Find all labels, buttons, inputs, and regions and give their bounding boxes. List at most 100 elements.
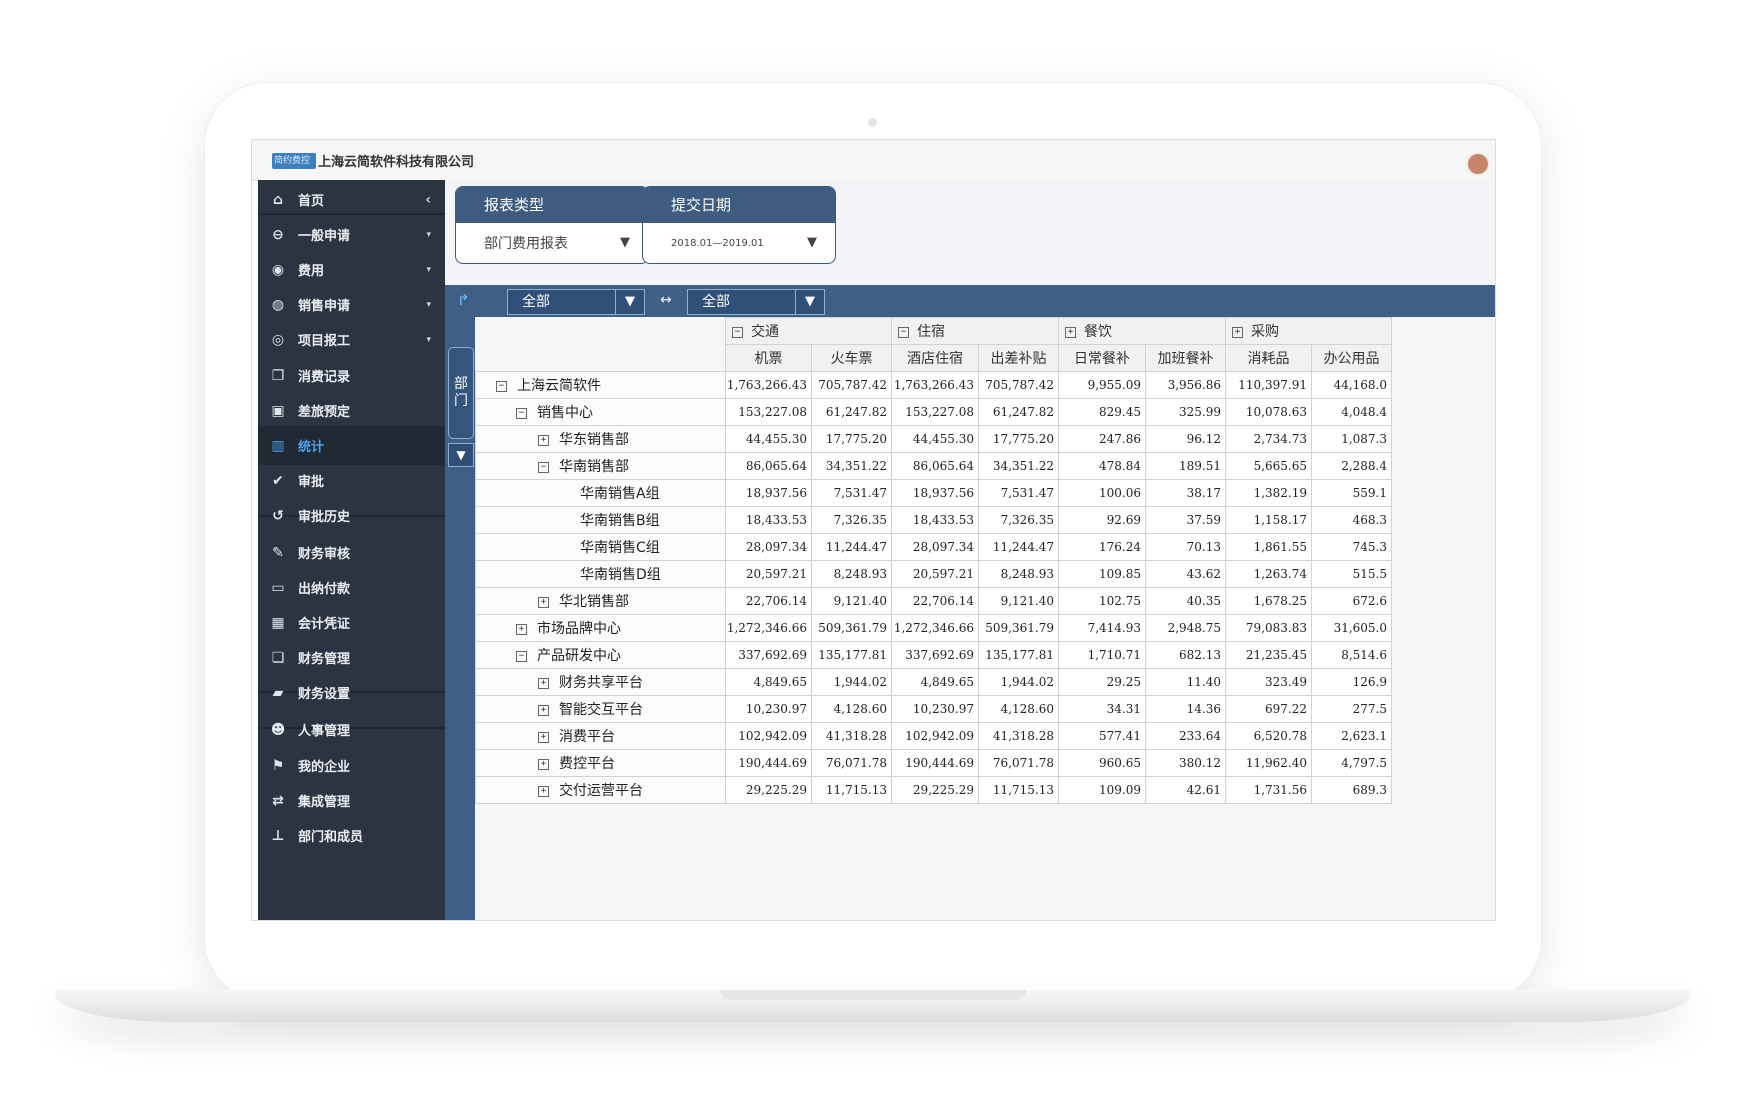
value-cell: 61,247.82 — [978, 398, 1059, 426]
row-header-cell[interactable]: − 产品研发中心 — [475, 641, 726, 669]
value-cell: 18,433.53 — [725, 506, 812, 534]
company-logo[interactable]: 简约费控 — [272, 153, 316, 169]
value-cell: 20,597.21 — [891, 560, 979, 588]
chevron-down-icon[interactable]: ▾ — [426, 335, 431, 345]
expand-icon[interactable]: + — [538, 785, 549, 797]
check-circle-icon: ✔ — [272, 472, 284, 489]
collapse-icon[interactable]: − — [538, 461, 549, 473]
expand-icon[interactable]: + — [538, 596, 549, 608]
expand-icon[interactable]: + — [516, 623, 527, 635]
table-row: 华南销售D组 20,597.21 8,248.93 20,597.21 8,248.93… — [475, 560, 1392, 588]
column-group-header[interactable]: + 采购 — [1225, 317, 1392, 345]
row-header-cell[interactable]: 华南销售B组 — [475, 506, 726, 534]
value-cell: 28,097.34 — [891, 533, 979, 561]
expand-icon[interactable]: + — [538, 677, 549, 689]
swap-arrows-icon[interactable]: ↔ — [660, 292, 672, 308]
sidebar-item[interactable]: ◉ 费用 ▾ — [258, 250, 445, 289]
value-cell: 829.45 — [1058, 398, 1146, 426]
row-header-cell[interactable]: + 交付运营平台 — [475, 776, 726, 804]
column-header[interactable]: 酒店住宿 — [891, 344, 979, 372]
filter-icon[interactable]: ▼ — [615, 290, 644, 314]
collapse-icon[interactable]: − — [898, 326, 909, 338]
sidebar-item[interactable]: ❐ 消费记录 — [258, 356, 445, 395]
expand-icon[interactable]: + — [538, 704, 549, 716]
row-header-cell[interactable]: − 销售中心 — [475, 398, 726, 426]
sidebar-item[interactable]: ⊥ 部门和成员 — [258, 816, 445, 855]
column-header[interactable]: 消耗品 — [1225, 344, 1312, 372]
sidebar-item[interactable]: ⊖ 一般申请 ▾ — [258, 215, 445, 254]
department-dimension-tab[interactable]: 部门 — [448, 347, 474, 439]
briefcase-icon: ▣ — [271, 402, 285, 419]
report-type-filter[interactable]: 报表类型 部门费用报表 ▼ — [455, 186, 649, 264]
value-cell: 7,531.47 — [978, 479, 1059, 507]
sidebar-item[interactable]: ▭ 出纳付款 — [258, 568, 445, 607]
sidebar-item[interactable]: ▣ 差旅预定 — [258, 391, 445, 430]
row-header-cell[interactable]: 华南销售A组 — [475, 479, 726, 507]
column-header[interactable]: 办公用品 — [1311, 344, 1392, 372]
chevron-down-icon[interactable]: ▾ — [426, 265, 431, 275]
filter-icon[interactable]: ▼ — [795, 290, 824, 314]
sidebar-item[interactable]: ⚑ 我的企业 — [258, 746, 445, 785]
sidebar-item[interactable]: ▰ 财务设置 — [258, 673, 445, 712]
sidebar-item[interactable]: ◎ 项目报工 ▾ — [258, 320, 445, 359]
sidebar-item[interactable]: ✔ 审批 — [258, 461, 445, 500]
report-type-select[interactable]: 部门费用报表 ▼ — [456, 223, 648, 263]
filter-icon[interactable]: ▼ — [448, 443, 474, 467]
row-header-cell[interactable]: − 华南销售部 — [475, 452, 726, 480]
submit-date-select[interactable]: 2018.01—2019.01 ▼ — [643, 223, 835, 263]
sidebar-item[interactable]: ✎ 财务审核 — [258, 533, 445, 572]
sidebar-item[interactable]: ◍ 销售申请 ▾ — [258, 285, 445, 324]
sidebar-item[interactable]: ⇄ 集成管理 — [258, 781, 445, 820]
expand-icon[interactable]: + — [538, 434, 549, 446]
expand-icon[interactable]: + — [538, 731, 549, 743]
expand-icon[interactable]: + — [538, 758, 549, 770]
row-header-cell[interactable]: 华南销售D组 — [475, 560, 726, 588]
column-header[interactable]: 日常餐补 — [1058, 344, 1146, 372]
row-header-cell[interactable]: + 费控平台 — [475, 749, 726, 777]
row-header-cell[interactable]: + 智能交互平台 — [475, 695, 726, 723]
collapse-icon[interactable]: − — [516, 407, 527, 419]
row-header-cell[interactable]: + 华北销售部 — [475, 587, 726, 615]
sidebar-item[interactable]: ▥ 统计 — [258, 426, 445, 465]
collapse-icon[interactable]: − — [516, 650, 527, 662]
sidebar-item[interactable]: ↺ 审批历史 — [258, 496, 445, 535]
chevron-down-icon[interactable]: ▾ — [426, 230, 431, 240]
column-header[interactable]: 机票 — [725, 344, 812, 372]
row-field-select[interactable]: 全部 ▼ — [687, 289, 825, 315]
column-group-label: 餐饮 — [1084, 324, 1112, 340]
value-cell: 42.61 — [1145, 776, 1226, 804]
row-header-cell[interactable]: 华南销售C组 — [475, 533, 726, 561]
value-cell: 22,706.14 — [891, 587, 979, 615]
row-header-cell[interactable]: − 上海云简软件 — [475, 371, 726, 399]
sidebar-item-label: 首页 — [298, 194, 325, 209]
chevron-down-icon[interactable]: ▾ — [426, 300, 431, 310]
collapse-icon[interactable]: − — [496, 380, 507, 392]
value-cell: 697.22 — [1225, 695, 1312, 723]
row-label: 上海云简软件 — [517, 378, 601, 394]
column-group-header[interactable]: + 餐饮 — [1058, 317, 1226, 345]
sidebar-item[interactable]: ❏ 财务管理 — [258, 638, 445, 677]
column-group-header[interactable]: − 住宿 — [891, 317, 1059, 345]
sidebar-item[interactable]: ☻ 人事管理 — [258, 710, 445, 749]
row-header-cell[interactable]: + 消费平台 — [475, 722, 726, 750]
column-header[interactable]: 火车票 — [811, 344, 892, 372]
filter-icon[interactable]: ▼ — [807, 235, 817, 250]
submit-date-filter[interactable]: 提交日期 2018.01—2019.01 ▼ — [642, 186, 836, 264]
user-avatar[interactable] — [1466, 152, 1490, 176]
column-field-select[interactable]: 全部 ▼ — [507, 289, 645, 315]
column-group-header[interactable]: − 交通 — [725, 317, 892, 345]
pivot-swap-icon[interactable]: ↱ — [457, 291, 470, 309]
column-header[interactable]: 出差补贴 — [978, 344, 1059, 372]
row-header-cell[interactable]: + 华东销售部 — [475, 425, 726, 453]
expand-icon[interactable]: + — [1232, 326, 1243, 338]
row-header-cell[interactable]: + 市场品牌中心 — [475, 614, 726, 642]
sidebar-item[interactable]: ⌂ 首页 ‹ — [258, 180, 445, 219]
coins-icon: ◉ — [271, 261, 285, 278]
row-header-cell[interactable]: + 财务共享平台 — [475, 668, 726, 696]
column-header[interactable]: 加班餐补 — [1145, 344, 1226, 372]
filter-icon[interactable]: ▼ — [620, 235, 630, 250]
expand-icon[interactable]: + — [1065, 326, 1076, 338]
collapse-icon[interactable]: ‹ — [425, 192, 431, 208]
sidebar-item[interactable]: ▦ 会计凭证 — [258, 603, 445, 642]
collapse-icon[interactable]: − — [732, 326, 743, 338]
